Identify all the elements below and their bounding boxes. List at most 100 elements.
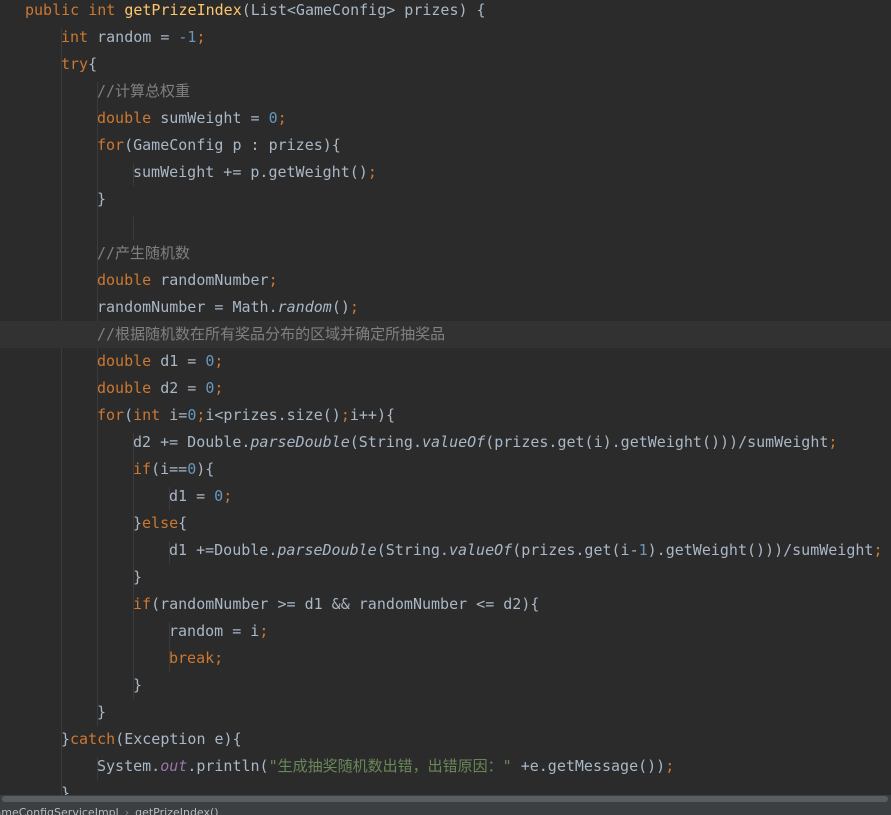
code-token: d2 = (160, 379, 206, 397)
code-token: ; (223, 487, 233, 505)
code-text: double randomNumber; (97, 267, 278, 294)
code-token: //产生随机数 (97, 244, 191, 262)
code-line[interactable]: double d2 = 0; (0, 375, 891, 402)
code-token: catch (70, 730, 116, 748)
scrollbar-thumb[interactable] (2, 796, 888, 802)
code-line[interactable]: if(i==0){ (0, 456, 891, 483)
code-line[interactable]: } (0, 672, 891, 699)
code-text: double d1 = 0; (97, 348, 223, 375)
code-text: d1 +=Double.parseDouble(String.valueOf(p… (169, 537, 882, 564)
code-line[interactable]: double sumWeight = 0; (0, 105, 891, 132)
code-line[interactable]: double randomNumber; (0, 267, 891, 294)
code-token: ; (277, 109, 287, 127)
code-line[interactable]: try{ (0, 51, 891, 78)
code-token: double (97, 271, 161, 289)
code-line[interactable]: } (0, 780, 891, 795)
code-line[interactable]: sumWeight += p.getWeight(); (0, 159, 891, 186)
code-token: random = (97, 28, 179, 46)
code-text: double d2 = 0; (97, 375, 223, 402)
code-token: (String. (376, 541, 449, 559)
code-line[interactable]: } (0, 564, 891, 591)
code-text: break; (169, 645, 223, 672)
code-line[interactable]: public int getPrizeIndex(List<GameConfig… (0, 0, 891, 24)
code-line[interactable]: //计算总权重 (0, 78, 891, 105)
code-token: ( (124, 406, 134, 424)
code-line[interactable]: } (0, 699, 891, 726)
code-token: 0 (187, 460, 197, 478)
code-editor[interactable]: public int getPrizeIndex(List<GameConfig… (0, 0, 891, 795)
code-token: ; (828, 433, 838, 451)
code-line[interactable]: break; (0, 645, 891, 672)
code-token: int (133, 406, 170, 424)
code-text: randomNumber = Math.random(); (97, 294, 359, 321)
horizontal-scrollbar[interactable] (0, 795, 891, 803)
code-token: parseDouble (250, 433, 350, 451)
code-token: double (97, 109, 161, 127)
code-token: (List<GameConfig> prizes) { (241, 1, 486, 19)
code-token: valueOf (448, 541, 513, 559)
code-line[interactable]: }catch(Exception e){ (0, 726, 891, 753)
code-line[interactable] (0, 213, 891, 240)
code-token: (i== (151, 460, 188, 478)
code-line[interactable]: randomNumber = Math.random(); (0, 294, 891, 321)
code-token: valueOf (422, 433, 486, 451)
code-text: }catch(Exception e){ (61, 726, 242, 753)
code-token: { (178, 514, 188, 532)
code-token: ; (367, 163, 377, 181)
code-token: 0 (214, 487, 224, 505)
code-token: } (61, 784, 71, 795)
code-token: (String. (349, 433, 422, 451)
code-text: for(int i=0;i<prizes.size();i++){ (97, 402, 395, 429)
code-line[interactable]: random = i; (0, 618, 891, 645)
code-text: random = i; (169, 618, 268, 645)
code-token: -1 (178, 28, 197, 46)
code-token: ; (214, 352, 224, 370)
code-text: //根据随机数在所有奖品分布的区域并确定所抽奖品 (97, 321, 445, 348)
code-line[interactable]: for(GameConfig p : prizes){ (0, 132, 891, 159)
code-line[interactable]: System.out.println("生成抽奖随机数出错，出错原因：" +e.… (0, 753, 891, 780)
code-token: if (133, 595, 152, 613)
code-token: "生成抽奖随机数出错，出错原因：" (268, 757, 521, 775)
code-line[interactable]: //根据随机数在所有奖品分布的区域并确定所抽奖品 (0, 321, 891, 348)
breadcrumb-class[interactable]: GameConfigServiceImpl (0, 803, 119, 815)
code-token: else (142, 514, 179, 532)
code-token: if (133, 460, 152, 478)
code-token: parseDouble (277, 541, 377, 559)
code-token: for (97, 406, 125, 424)
code-token: .println( (187, 757, 269, 775)
code-text: } (133, 564, 142, 591)
code-line[interactable]: for(int i=0;i<prizes.size();i++){ (0, 402, 891, 429)
code-line[interactable]: if(randomNumber >= d1 && randomNumber <=… (0, 591, 891, 618)
code-text: try{ (61, 51, 97, 78)
code-token: (randomNumber >= d1 && randomNumber <= d… (151, 595, 540, 613)
code-token: i<prizes.size() (205, 406, 341, 424)
code-line[interactable]: //产生随机数 (0, 240, 891, 267)
code-token: ; (340, 406, 350, 424)
code-line[interactable]: d1 = 0; (0, 483, 891, 510)
code-token: ; (196, 28, 206, 46)
code-token: random = i (169, 622, 260, 640)
code-text: sumWeight += p.getWeight(); (133, 159, 377, 186)
code-token: (GameConfig p : prizes){ (124, 136, 341, 154)
code-token: random (277, 298, 332, 316)
code-token: sumWeight = (160, 109, 269, 127)
code-token: ; (268, 271, 278, 289)
code-line[interactable]: double d1 = 0; (0, 348, 891, 375)
code-token: { (88, 55, 98, 73)
code-text: } (97, 186, 106, 213)
code-line[interactable]: int random = -1; (0, 24, 891, 51)
breadcrumb-method[interactable]: getPrizeIndex() (135, 803, 219, 815)
code-token: } (97, 703, 107, 721)
code-line[interactable]: }else{ (0, 510, 891, 537)
code-line[interactable]: d2 += Double.parseDouble(String.valueOf(… (0, 429, 891, 456)
code-line[interactable]: } (0, 186, 891, 213)
code-token: try (61, 55, 89, 73)
code-line[interactable]: d1 +=Double.parseDouble(String.valueOf(p… (0, 537, 891, 564)
code-text: //产生随机数 (97, 240, 190, 267)
code-token: //根据随机数在所有奖品分布的区域并确定所抽奖品 (97, 325, 446, 343)
code-token: ; (214, 379, 224, 397)
code-token: out (160, 757, 188, 775)
code-token: public int (25, 1, 125, 19)
code-token: +e.getMessage()) (520, 757, 666, 775)
code-token: 0 (187, 406, 197, 424)
